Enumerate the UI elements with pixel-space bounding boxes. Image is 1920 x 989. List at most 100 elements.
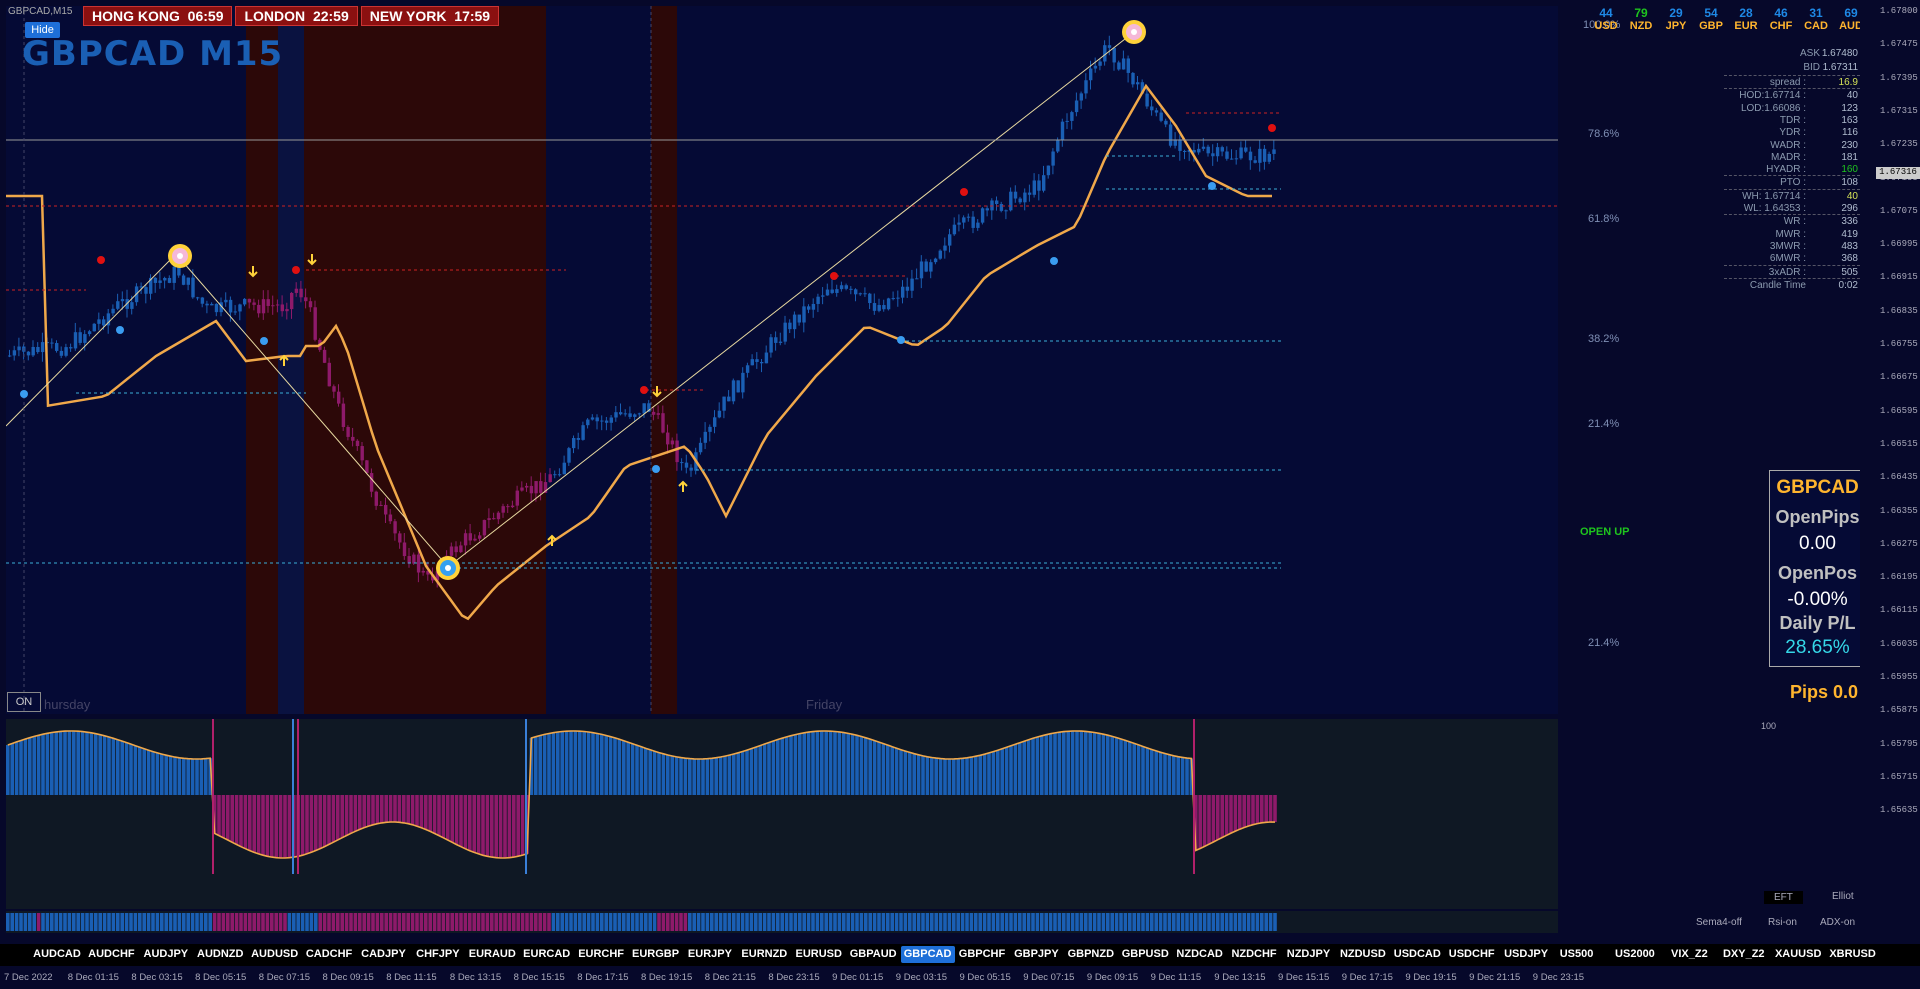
oscillator-bar: [916, 754, 921, 795]
symbol-button-us500[interactable]: US500: [1554, 946, 1600, 963]
symbol-button-cadchf[interactable]: CADCHF: [302, 946, 356, 963]
eft-button[interactable]: EFT: [1764, 891, 1803, 904]
candle-body: [144, 287, 148, 294]
symbol-button-usdchf[interactable]: USDCHF: [1445, 946, 1499, 963]
strip-bar: [978, 913, 982, 931]
symbol-button-nzdchf[interactable]: NZDCHF: [1227, 946, 1281, 963]
symbol-button-eurjpy[interactable]: EURJPY: [683, 946, 737, 963]
symbol-button-eurusd[interactable]: EURUSD: [792, 946, 846, 963]
symbol-button-audjpy[interactable]: AUDJPY: [139, 946, 193, 963]
symbol-button-gbpusd[interactable]: GBPUSD: [1118, 946, 1172, 963]
oscillator-bar: [556, 732, 560, 795]
time-tick: 9 Dec 09:15: [1086, 972, 1139, 983]
oscillator-bar: [1040, 735, 1044, 795]
currency-strength-cad: 31 CAD: [1800, 6, 1832, 32]
symbol-button-audnzd[interactable]: AUDNZD: [193, 946, 247, 963]
strip-bar: [265, 913, 270, 931]
price-tick: 1.66515: [1880, 438, 1918, 449]
symbol-button-xauusd[interactable]: XAUUSD: [1771, 946, 1825, 963]
time-tick: 8 Dec 15:15: [513, 972, 565, 983]
symbol-button-gbpnzd[interactable]: GBPNZD: [1064, 946, 1118, 963]
oscillator-bar: [1224, 795, 1229, 836]
price-chart[interactable]: [6, 6, 1558, 714]
candle-body: [821, 295, 825, 297]
oscillator-bar: [666, 754, 670, 795]
symbol-button-euraud[interactable]: EURAUD: [465, 946, 519, 963]
symbol-button-gbpjpy[interactable]: GBPJPY: [1009, 946, 1063, 963]
oscillator-bar: [1106, 735, 1110, 795]
symbol-button-xbrusd[interactable]: XBRUSD: [1826, 946, 1880, 963]
symbol-button-eurchf[interactable]: EURCHF: [574, 946, 628, 963]
candle-body: [741, 372, 745, 393]
oscillator-panel[interactable]: 100 EFT Elliot: [6, 719, 1854, 909]
symbol-button-cadjpy[interactable]: CADJPY: [356, 946, 410, 963]
candle-body: [816, 296, 820, 304]
oscillator-bar: [89, 732, 94, 795]
candle-body: [750, 359, 754, 366]
candle-body: [675, 440, 679, 463]
candle-body: [402, 542, 407, 557]
symbol-button-nzdusd[interactable]: NZDUSD: [1336, 946, 1390, 963]
stat-label: MWR :: [1775, 228, 1806, 240]
strip-bar: [419, 913, 424, 931]
symbol-button-vix_z2[interactable]: VIX_Z2: [1662, 946, 1716, 963]
elliot-button[interactable]: Elliot: [1832, 891, 1854, 902]
symbol-button-gbpcad[interactable]: GBPCAD: [900, 946, 955, 963]
candle-body: [1248, 151, 1253, 161]
strip-bar: [872, 913, 877, 931]
symbol-button-usdjpy[interactable]: USDJPY: [1499, 946, 1553, 963]
symbol-button-gbpchf[interactable]: GBPCHF: [955, 946, 1009, 963]
candle-body: [854, 289, 858, 295]
on-button[interactable]: ON: [7, 692, 41, 712]
oscillator-bar: [701, 758, 705, 795]
symbol-button-audchf[interactable]: AUDCHF: [84, 946, 138, 963]
symbol-button-eurnzd[interactable]: EURNZD: [737, 946, 791, 963]
currency-strength-jpy: 29 JPY: [1660, 6, 1692, 32]
sema4-button[interactable]: Sema4-off: [1696, 917, 1742, 928]
price-tick: 1.66195: [1880, 572, 1918, 583]
strip-bar: [375, 913, 380, 931]
strip-bar: [428, 913, 432, 931]
strip-bar: [666, 913, 670, 931]
strip-bar: [974, 913, 978, 931]
rsi-button[interactable]: Rsi-on: [1768, 917, 1797, 928]
stat-label: WR :: [1783, 216, 1806, 228]
symbol-button-eurcad[interactable]: EURCAD: [520, 946, 574, 963]
strip-bar: [450, 913, 454, 931]
strip-bar: [1097, 913, 1101, 931]
oscillator-bar: [1088, 731, 1092, 795]
candle-body: [708, 426, 712, 432]
oscillator-bar: [221, 795, 226, 838]
symbol-button-nzdcad[interactable]: NZDCAD: [1173, 946, 1227, 963]
candle-body: [1013, 191, 1018, 199]
strip-bar: [1224, 913, 1229, 931]
oscillator-bar: [727, 755, 732, 795]
symbol-button-nzdjpy[interactable]: NZDJPY: [1281, 946, 1335, 963]
candle-body: [619, 412, 623, 415]
oscillator-bar: [76, 731, 80, 795]
oscillator-bar: [903, 751, 908, 795]
oscillator-bar: [908, 752, 912, 795]
oscillator-bar: [974, 756, 978, 795]
candle-body: [1211, 153, 1215, 157]
symbol-button-chfjpy[interactable]: CHFJPY: [411, 946, 465, 963]
symbol-button-usdcad[interactable]: USDCAD: [1390, 946, 1444, 963]
candle-body: [933, 258, 938, 263]
symbol-button-audusd[interactable]: AUDUSD: [248, 946, 302, 963]
strip-bar: [129, 913, 133, 931]
stat-value: 483: [1841, 240, 1858, 252]
candle-body: [557, 474, 562, 476]
symbol-button-audcad[interactable]: AUDCAD: [30, 946, 84, 963]
candle-body: [111, 308, 115, 314]
symbol-button-dxy_z2[interactable]: DXY_Z2: [1717, 946, 1771, 963]
symbol-button-us2000[interactable]: US2000: [1608, 946, 1662, 963]
candle-body: [1244, 147, 1248, 152]
strip-bar: [780, 913, 784, 931]
symbol-button-eurgbp[interactable]: EURGBP: [629, 946, 683, 963]
oscillator-bar: [507, 795, 512, 858]
adx-button[interactable]: ADX-on: [1820, 917, 1855, 928]
strip-bar: [916, 913, 921, 931]
symbol-button-gbpaud[interactable]: GBPAUD: [846, 946, 900, 963]
candle-body: [703, 431, 707, 443]
oscillator-bar: [806, 732, 811, 795]
